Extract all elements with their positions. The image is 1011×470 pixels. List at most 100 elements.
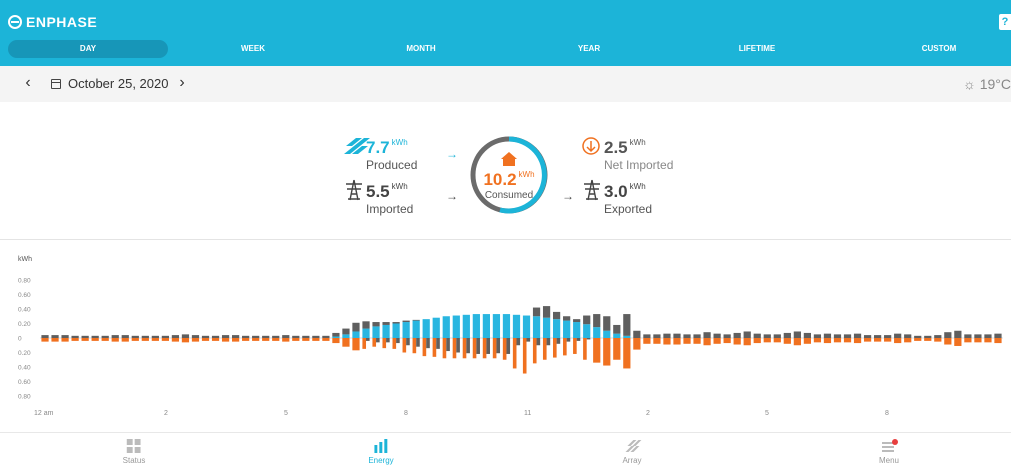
nav-status-label: Status [122,456,146,465]
nav-energy[interactable]: Energy [368,439,394,465]
import-bar [793,331,801,338]
consumed-bar [552,338,557,358]
produced-bar [603,330,611,338]
consumed-bar [292,338,300,341]
consumed-bar [924,338,932,341]
help-button[interactable]: ? [999,14,1011,30]
produced-bar [542,317,551,338]
consumed-bar [573,338,577,354]
import-bar [843,334,852,338]
export-bar [516,338,521,346]
tab-day[interactable]: DAY [8,40,168,58]
notification-badge [891,439,898,445]
consumed-bar [512,338,517,369]
bottom-nav: Status Energy Array Menu [0,432,1011,470]
import-bar [663,333,671,338]
consumed-bar [994,338,1002,344]
tab-year[interactable]: YEAR [578,40,600,58]
tab-month[interactable]: MONTH [406,40,435,58]
import-bar [753,333,761,338]
export-bar [396,338,400,344]
consumed-bar [412,338,417,354]
export-bar [386,338,390,343]
import-bar [552,311,561,320]
chevron-left-icon[interactable]: ‹ [19,74,37,92]
status-grid-icon [127,439,141,453]
consumed-bar [322,338,330,341]
export-bar [456,338,460,353]
import-bar [81,335,89,338]
export-bar [506,338,511,354]
import-bar [573,319,581,323]
consumed-bar [452,338,457,359]
import-bar [853,333,862,338]
exported-label: Exported [604,202,653,216]
import-bar [332,332,340,337]
consumed-bar [221,338,230,342]
consumed-bar [242,338,250,341]
consumed-bar [422,338,427,357]
tab-lifetime[interactable]: LIFETIME [739,40,775,58]
consumed-bar [51,338,59,342]
import-bar [693,334,701,338]
produced-bar [472,314,480,338]
produced-bar [512,314,521,338]
import-bar [131,335,139,338]
tab-custom[interactable]: CUSTOM [922,40,957,58]
produced-bar [422,319,430,338]
consumed-bar [984,338,992,343]
export-bar [556,338,561,344]
produced-bar [412,320,420,338]
import-bar [984,334,992,338]
consumed-bar [753,338,761,344]
selected-date[interactable]: October 25, 2020 [68,76,168,91]
consumed-bar [673,338,681,345]
produced-bar [382,324,390,338]
consumed-bar [853,338,862,344]
import-bar [352,322,360,332]
nav-menu[interactable]: Menu [879,439,899,465]
import-bar [974,334,982,338]
nav-array-label: Array [622,456,642,465]
consumed-stat: 10.2 kWh Consumed [475,170,543,201]
import-bar [924,335,932,338]
consumed-bar [442,338,447,359]
consumed-bar [81,338,89,341]
chevron-right-icon[interactable]: › [173,74,191,92]
import-bar [723,334,731,338]
consumed-bar [703,338,711,346]
import-bar [683,334,691,338]
nav-status[interactable]: Status [122,439,146,465]
produced-bar [583,324,591,338]
y-tick-label: 0.60 [18,292,31,299]
consumed-value: 10.2 [483,170,517,189]
import-bar [803,332,812,338]
consumed-bar [201,338,210,341]
y-tick-label: 0.20 [18,350,31,357]
import-bar [302,335,310,338]
consumed-bar [904,338,912,343]
consumed-bar [302,338,310,341]
imported-stat: 5.5 kWh Imported [366,182,413,216]
consumed-bar [282,338,290,342]
import-bar [282,335,290,338]
net-imported-stat: 2.5 kWh Net Imported [604,138,673,172]
consumed-bar [623,338,631,369]
consumed-bar [231,338,240,342]
export-bar [416,338,420,347]
menu-icon [881,439,898,453]
produced-bar [613,333,621,338]
energy-chart: kWh 0.80 0.60 0.40 0.20 0 0.20 0.40 0.60 0.80 12 a… [0,245,1011,430]
tab-week[interactable]: WEEK [241,40,265,58]
export-bar [576,338,581,341]
export-bar [446,338,450,352]
nav-array[interactable]: Array [622,439,642,465]
produced-bar [492,314,501,338]
import-bar [944,332,952,338]
import-bar [833,334,842,338]
brand-name: ENPHASE [26,14,98,30]
import-bar [292,335,300,338]
consumed-bar [502,338,507,360]
consumed-bar [974,338,982,343]
consumed-bar [813,338,822,343]
